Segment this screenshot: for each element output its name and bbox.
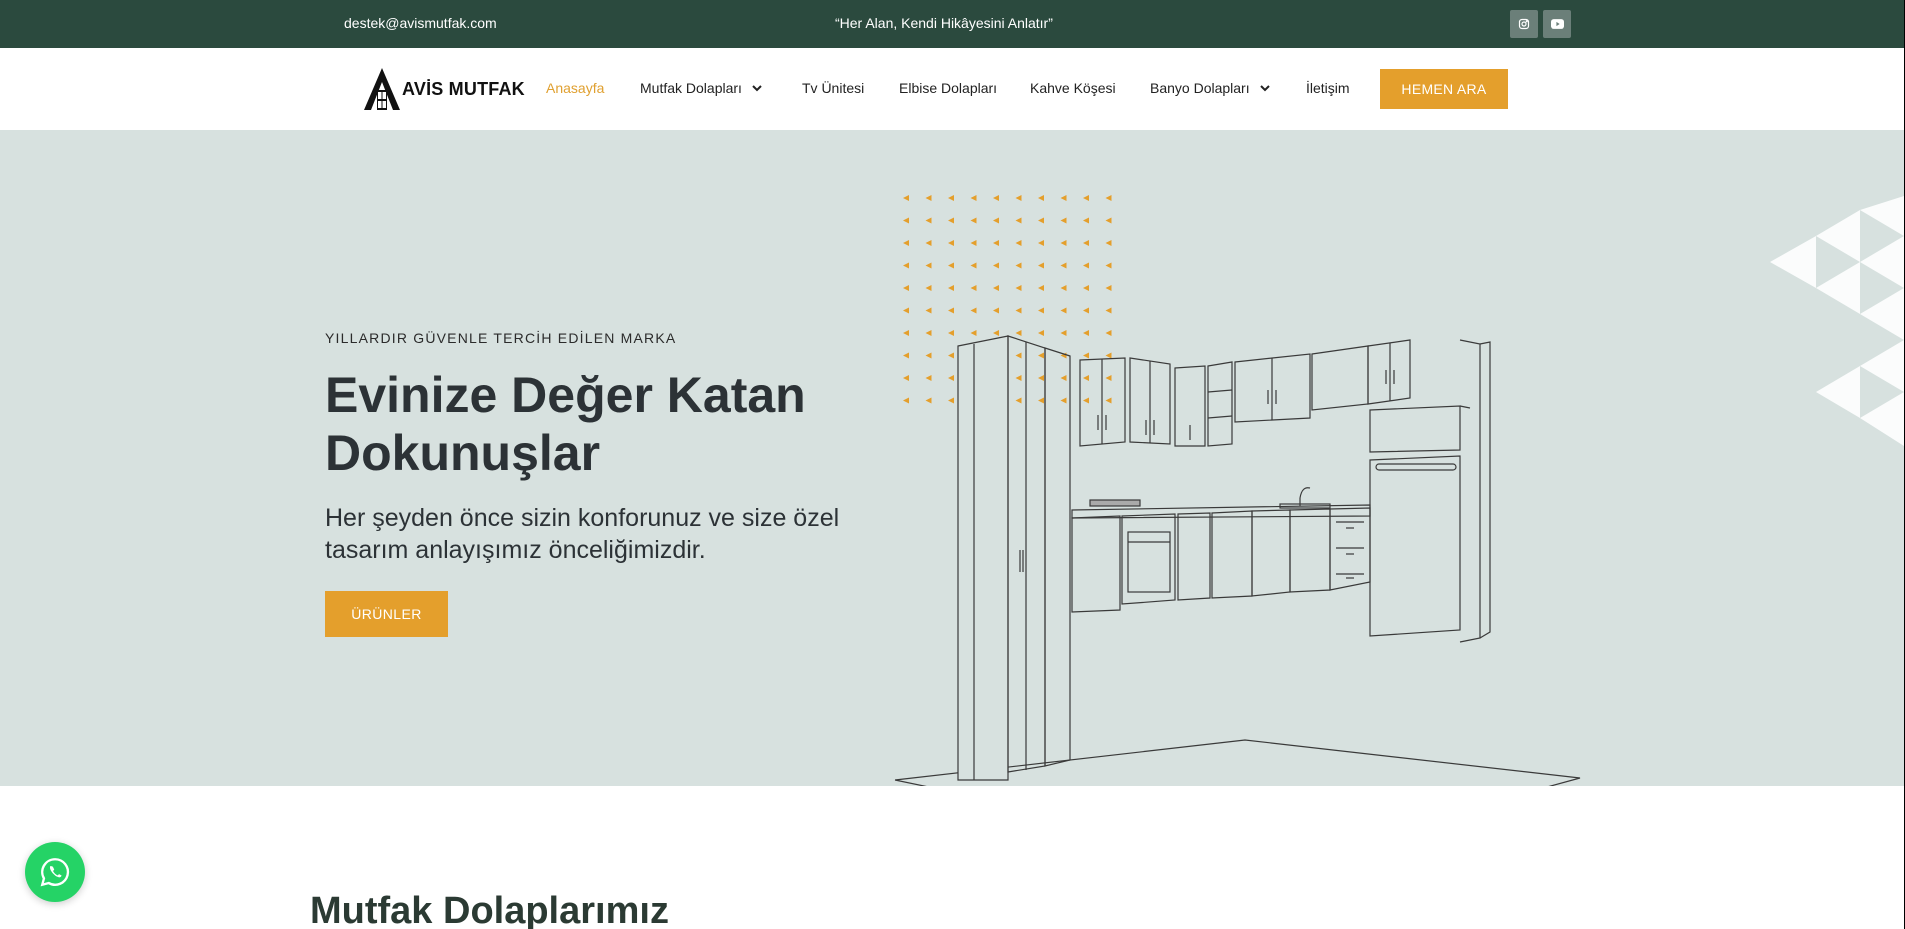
pattern-dot bbox=[948, 195, 954, 201]
main-header: AVİS MUTFAK Anasayfa Mutfak Dolapları Tv… bbox=[0, 48, 1904, 130]
page: destek@avismutfak.com “Her Alan, Kendi H… bbox=[0, 0, 1904, 929]
site-logo[interactable]: AVİS MUTFAK bbox=[364, 68, 525, 110]
pattern-dot bbox=[1015, 307, 1022, 314]
pattern-dot bbox=[993, 195, 999, 201]
pattern-dot bbox=[948, 217, 954, 224]
hero-subtitle: Her şeyden önce sizin konforunuz ve size… bbox=[325, 504, 840, 564]
pattern-dot bbox=[1105, 217, 1112, 224]
pattern-dot bbox=[1038, 307, 1044, 314]
pattern-dot bbox=[903, 195, 909, 201]
pattern-dot bbox=[1083, 195, 1089, 201]
nav-label: İletişim bbox=[1306, 80, 1350, 96]
pattern-dot bbox=[1105, 240, 1112, 246]
pattern-dot bbox=[1083, 285, 1089, 291]
pattern-dot bbox=[1083, 217, 1089, 224]
nav-label: Banyo Dolapları bbox=[1150, 80, 1250, 96]
pattern-dot bbox=[903, 262, 909, 269]
pattern-dot bbox=[1105, 307, 1112, 314]
pattern-dot bbox=[1083, 307, 1089, 314]
youtube-icon bbox=[1550, 19, 1564, 29]
pattern-dot bbox=[1083, 262, 1089, 269]
pattern-dot bbox=[970, 307, 977, 314]
nav-label: Elbise Dolapları bbox=[899, 80, 998, 96]
pattern-dot bbox=[1015, 195, 1022, 201]
pattern-dot bbox=[1105, 285, 1112, 291]
pattern-dot bbox=[993, 285, 999, 291]
pattern-dot bbox=[1060, 307, 1067, 314]
pattern-dot bbox=[948, 240, 954, 246]
pattern-dot bbox=[1015, 285, 1022, 291]
pattern-dot bbox=[993, 262, 999, 269]
pattern-dot bbox=[1060, 240, 1067, 246]
pattern-dot bbox=[970, 285, 977, 291]
nav-iletisim[interactable]: İletişim bbox=[1306, 80, 1350, 96]
pattern-dot bbox=[993, 240, 999, 246]
pattern-dot bbox=[1060, 285, 1067, 291]
nav-anasayfa[interactable]: Anasayfa bbox=[546, 80, 604, 96]
pattern-dot bbox=[925, 285, 932, 291]
pattern-dot bbox=[1038, 240, 1044, 246]
pattern-dot bbox=[1038, 195, 1044, 201]
pattern-dot bbox=[1038, 262, 1044, 269]
pattern-dot bbox=[1015, 262, 1022, 269]
pattern-dot bbox=[1015, 240, 1022, 246]
pattern-dot bbox=[1105, 195, 1112, 201]
instagram-link[interactable] bbox=[1510, 10, 1538, 38]
pattern-dot bbox=[903, 240, 909, 246]
triangle-decoration bbox=[1770, 196, 1904, 446]
nav-banyo-dolaplari[interactable]: Banyo Dolapları bbox=[1150, 80, 1270, 96]
whatsapp-icon bbox=[40, 858, 70, 887]
pattern-dot bbox=[1060, 195, 1067, 201]
pattern-dot bbox=[903, 217, 909, 224]
nav-kahve-kosesi[interactable]: Kahve Köşesi bbox=[1030, 80, 1116, 96]
pattern-dot bbox=[1083, 240, 1089, 246]
logo-text: AVİS MUTFAK bbox=[402, 78, 525, 99]
hero-section: YILLARDIR GÜVENLE TERCİH EDİLEN MARKA Ev… bbox=[0, 130, 1904, 786]
logo-mark-icon bbox=[364, 68, 400, 110]
pattern-dot bbox=[970, 195, 977, 201]
call-now-button[interactable]: HEMEN ARA bbox=[1380, 69, 1508, 109]
pattern-dot bbox=[903, 307, 909, 314]
pattern-dot bbox=[993, 307, 999, 314]
pattern-dot bbox=[925, 195, 932, 201]
nav-label: Kahve Köşesi bbox=[1030, 80, 1116, 96]
pattern-dot bbox=[1015, 217, 1022, 224]
pattern-dot bbox=[1038, 217, 1044, 224]
top-bar-motto: “Her Alan, Kendi Hikâyesini Anlatır” bbox=[835, 15, 1053, 31]
nav-mutfak-dolaplari[interactable]: Mutfak Dolapları bbox=[640, 80, 762, 96]
youtube-link[interactable] bbox=[1543, 10, 1571, 38]
chevron-down-icon bbox=[752, 85, 762, 92]
instagram-icon bbox=[1518, 18, 1530, 30]
nav-label: Anasayfa bbox=[546, 80, 605, 96]
section-title-kitchen-cabinets: Mutfak Dolaplarımız bbox=[310, 890, 669, 929]
pattern-dot bbox=[925, 262, 932, 269]
hero-eyebrow: YILLARDIR GÜVENLE TERCİH EDİLEN MARKA bbox=[325, 330, 677, 346]
whatsapp-chat-button[interactable] bbox=[25, 842, 85, 902]
support-email-link[interactable]: destek@avismutfak.com bbox=[344, 15, 497, 31]
pattern-dot bbox=[948, 262, 954, 269]
pattern-dot bbox=[925, 307, 932, 314]
pattern-dot bbox=[1060, 217, 1067, 224]
nav-label: Tv Ünitesi bbox=[802, 80, 865, 96]
pattern-dot bbox=[1038, 285, 1044, 291]
pattern-dot bbox=[925, 240, 932, 246]
pattern-dot bbox=[993, 217, 999, 224]
pattern-dot bbox=[925, 217, 932, 224]
pattern-dot bbox=[948, 307, 954, 314]
pattern-dot bbox=[970, 217, 977, 224]
kitchen-illustration bbox=[894, 335, 1581, 786]
hero-title: Evinize Değer Katan Dokunuşlar bbox=[325, 367, 806, 481]
top-bar: destek@avismutfak.com “Her Alan, Kendi H… bbox=[0, 0, 1904, 48]
pattern-dot bbox=[1060, 262, 1067, 269]
nav-elbise-dolaplari[interactable]: Elbise Dolapları bbox=[899, 80, 997, 96]
pattern-dot bbox=[1105, 262, 1112, 269]
chevron-down-icon bbox=[1259, 85, 1270, 92]
products-button[interactable]: ÜRÜNLER bbox=[325, 591, 448, 637]
pattern-dot bbox=[970, 240, 977, 246]
nav-tv-unitesi[interactable]: Tv Ünitesi bbox=[802, 80, 864, 96]
nav-label: Mutfak Dolapları bbox=[640, 80, 742, 96]
pattern-dot bbox=[948, 285, 954, 291]
pattern-dot bbox=[903, 285, 909, 291]
pattern-dot bbox=[970, 262, 977, 269]
